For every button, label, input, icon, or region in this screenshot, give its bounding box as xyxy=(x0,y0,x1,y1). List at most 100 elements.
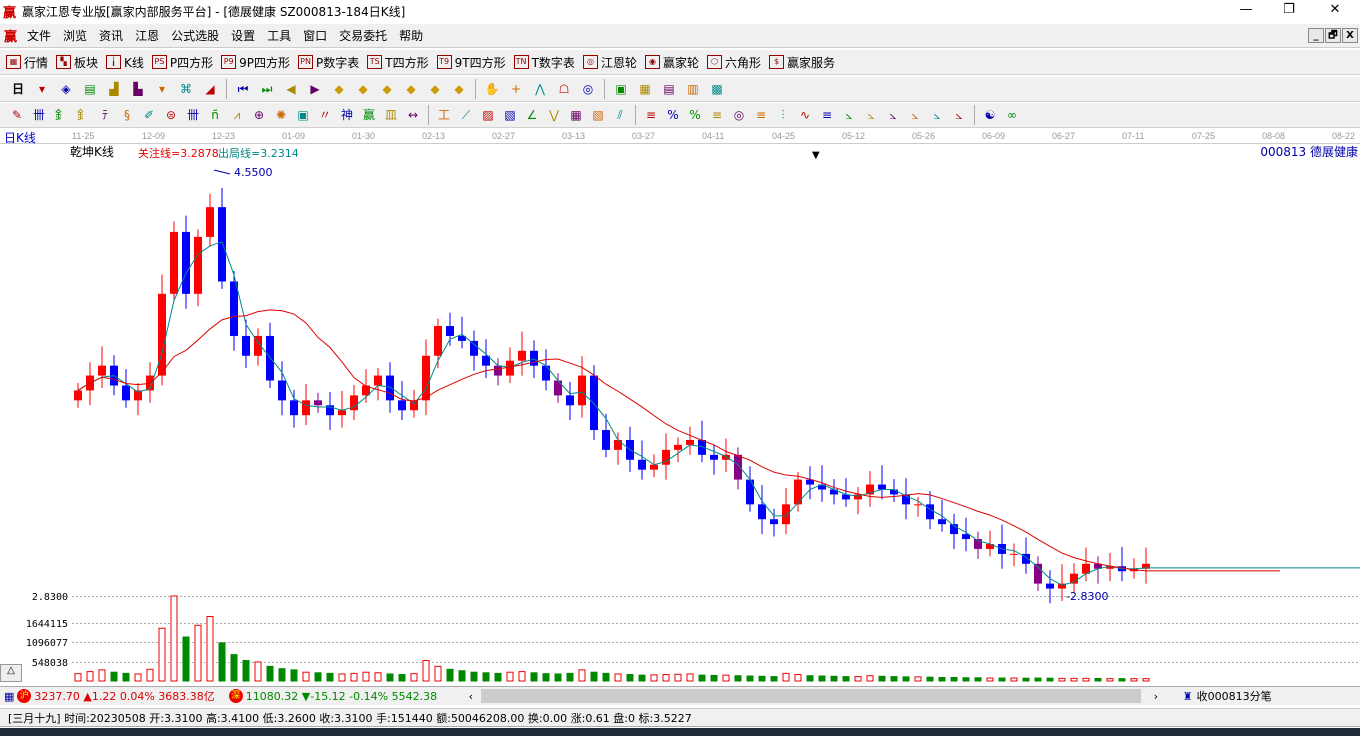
expand-panel-button[interactable]: △ xyxy=(0,664,22,682)
shen-icon[interactable]: 神 xyxy=(339,107,356,124)
menu-item[interactable]: 资讯 xyxy=(93,27,129,44)
diamond-cross-icon[interactable]: ◆ xyxy=(427,81,444,98)
diamond-x-icon[interactable]: ◆ xyxy=(403,81,420,98)
toolbar-button-gann-wheel[interactable]: ◎ 江恩轮 xyxy=(582,54,637,71)
restore-button[interactable]: ❐ xyxy=(1274,2,1304,17)
gold-1-icon[interactable]: 釒 xyxy=(53,107,70,124)
angle-icon[interactable]: ⩘ xyxy=(229,107,246,124)
draw-line-icon[interactable]: ⋀ xyxy=(532,81,549,98)
box-fan-icon[interactable]: ▨ xyxy=(480,107,497,124)
j-angle-icon[interactable]: ⦣ xyxy=(841,107,858,124)
calculator-icon[interactable]: ▦ xyxy=(637,81,654,98)
period-selector[interactable]: 日 xyxy=(10,81,27,98)
formula-icon[interactable]: ⌘ xyxy=(178,81,195,98)
network-icon[interactable]: ▩ xyxy=(709,81,726,98)
toolbar-button-kline[interactable]: ╽ K线 xyxy=(106,54,144,71)
target-icon[interactable]: ⊕ xyxy=(251,107,268,124)
gold-lines-icon[interactable]: ≡ xyxy=(753,107,770,124)
infinity-icon[interactable]: ∞ xyxy=(1004,107,1021,124)
mdi-close-button[interactable]: X xyxy=(1342,28,1358,43)
toolbar-button-sector-blocks[interactable]: ▚ 板块 xyxy=(56,54,98,71)
toolbar-button-tn[interactable]: TN T数字表 xyxy=(513,54,575,71)
menu-item[interactable]: 江恩 xyxy=(129,27,165,44)
yin-yang-icon[interactable]: ☯ xyxy=(982,107,999,124)
cycle-icon[interactable]: ◎ xyxy=(580,81,597,98)
calendar-icon[interactable]: ▣ xyxy=(613,81,630,98)
percent-icon[interactable]: % xyxy=(687,107,704,124)
menu-item[interactable]: 设置 xyxy=(225,27,261,44)
first-page-icon[interactable]: ⏮ xyxy=(235,81,252,98)
f-angle-icon[interactable]: ⦣ xyxy=(863,107,880,124)
mdi-restore-button[interactable]: 🗗 xyxy=(1325,28,1341,43)
diamond-left-icon[interactable]: ◆ xyxy=(331,81,348,98)
square-spiral-icon[interactable]: ▣ xyxy=(295,107,312,124)
slant-lines-icon[interactable]: ⫽ xyxy=(612,107,629,124)
spiral-icon[interactable]: § xyxy=(119,107,136,124)
minimize-button[interactable]: — xyxy=(1231,2,1261,17)
scroll-left-button[interactable]: ‹ xyxy=(461,690,481,703)
tick-detail-link[interactable]: 收000813分笔 xyxy=(1197,688,1272,704)
hash-lines-icon[interactable]: 卌 xyxy=(185,107,202,124)
menu-item[interactable]: 帮助 xyxy=(393,27,429,44)
circle-grid-icon[interactable]: ⊜ xyxy=(163,107,180,124)
diamond-right-icon[interactable]: ◆ xyxy=(355,81,372,98)
menu-item[interactable]: 窗口 xyxy=(297,27,333,44)
close-button[interactable]: ✕ xyxy=(1320,2,1350,17)
kline-chart[interactable]: 2.8300 1644115 1096077 548038 4.5500 -2.8300 xyxy=(0,144,1360,684)
diamond-all-icon[interactable]: ◆ xyxy=(451,81,468,98)
pyramid-icon[interactable]: ◢ xyxy=(202,81,219,98)
mdi-minimize-button[interactable]: _ xyxy=(1308,28,1324,43)
ying-angle-icon[interactable]: ⦣ xyxy=(929,107,946,124)
toolbar-button-hexagon[interactable]: ⬡ 六角形 xyxy=(706,54,761,71)
toolbar-button-t9[interactable]: T9 9T四方形 xyxy=(436,54,506,71)
wave-icon[interactable]: ∿ xyxy=(797,107,814,124)
gold-2-icon[interactable]: 釒 xyxy=(75,107,92,124)
gold-angle-icon[interactable]: ⦣ xyxy=(885,107,902,124)
bars3-icon[interactable]: ▟ xyxy=(106,81,123,98)
flow-chart-icon[interactable]: ◈ xyxy=(58,81,75,98)
menu-item[interactable]: 浏览 xyxy=(57,27,93,44)
toolbar-button-ps[interactable]: PS P四方形 xyxy=(151,54,213,71)
toolbar-button-winner-wheel[interactable]: ◉ 赢家轮 xyxy=(644,54,699,71)
measure-icon[interactable]: ↔ xyxy=(405,107,422,124)
fan-icon[interactable]: ⟋ xyxy=(458,107,475,124)
tower-icon[interactable]: ⫶ xyxy=(775,107,792,124)
pct-box-icon[interactable]: % xyxy=(665,107,682,124)
frame-icon[interactable]: 工 xyxy=(436,107,453,124)
comb-icon[interactable]: 皿 xyxy=(383,107,400,124)
arrow-left-icon[interactable]: ◀ xyxy=(283,81,300,98)
grid-diag-icon[interactable]: ▧ xyxy=(590,107,607,124)
n2-icon[interactable]: ñ xyxy=(207,107,224,124)
crosshair-icon[interactable]: + xyxy=(508,81,525,98)
parallel-icon[interactable]: 〃 xyxy=(317,107,334,124)
list-icon[interactable]: ≡ xyxy=(643,107,660,124)
toolbar-button-quotes-table[interactable]: ▦ 行情 xyxy=(6,54,48,71)
four-angle-icon[interactable]: ⦣ xyxy=(951,107,968,124)
document-icon[interactable]: ▤ xyxy=(82,81,99,98)
menu-item[interactable]: 交易委托 xyxy=(333,27,393,44)
pen-2-icon[interactable]: ✐ xyxy=(141,107,158,124)
angle-lines-icon[interactable]: ∠ xyxy=(524,107,541,124)
pattern-icon[interactable]: ☖ xyxy=(556,81,573,98)
zigzag-icon[interactable]: ⋁ xyxy=(546,107,563,124)
last-page-icon[interactable]: ⏭ xyxy=(259,81,276,98)
gold-bar-icon[interactable]: ≡ xyxy=(819,107,836,124)
pen-icon[interactable]: ✎ xyxy=(9,107,26,124)
toolbar-button-ts[interactable]: TS T四方形 xyxy=(367,54,429,71)
hand-icon[interactable]: ✋ xyxy=(484,81,501,98)
report-icon[interactable]: ▤ xyxy=(661,81,678,98)
box-fan-2-icon[interactable]: ▧ xyxy=(502,107,519,124)
bars9-icon[interactable]: ▙ xyxy=(130,81,147,98)
toolbar-button-p9[interactable]: P9 9P四方形 xyxy=(221,54,290,71)
shen-angle-icon[interactable]: ⦣ xyxy=(907,107,924,124)
gold-circle-icon[interactable]: ◎ xyxy=(731,107,748,124)
pct-lines-icon[interactable]: ≡ xyxy=(709,107,726,124)
grid-red-icon[interactable]: ▦ xyxy=(568,107,585,124)
horizontal-scrollbar[interactable] xyxy=(480,689,1141,703)
arrow-right-icon[interactable]: ▶ xyxy=(307,81,324,98)
period-dropdown-icon[interactable]: ▾ xyxy=(34,81,51,98)
menu-item[interactable]: 公式选股 xyxy=(165,27,225,44)
ying-icon[interactable]: 赢 xyxy=(361,107,378,124)
sz-index-text[interactable]: 11080.32 ▼-15.12 -0.14% 5542.38 xyxy=(246,690,461,703)
radar-icon[interactable]: ✺ xyxy=(273,107,290,124)
